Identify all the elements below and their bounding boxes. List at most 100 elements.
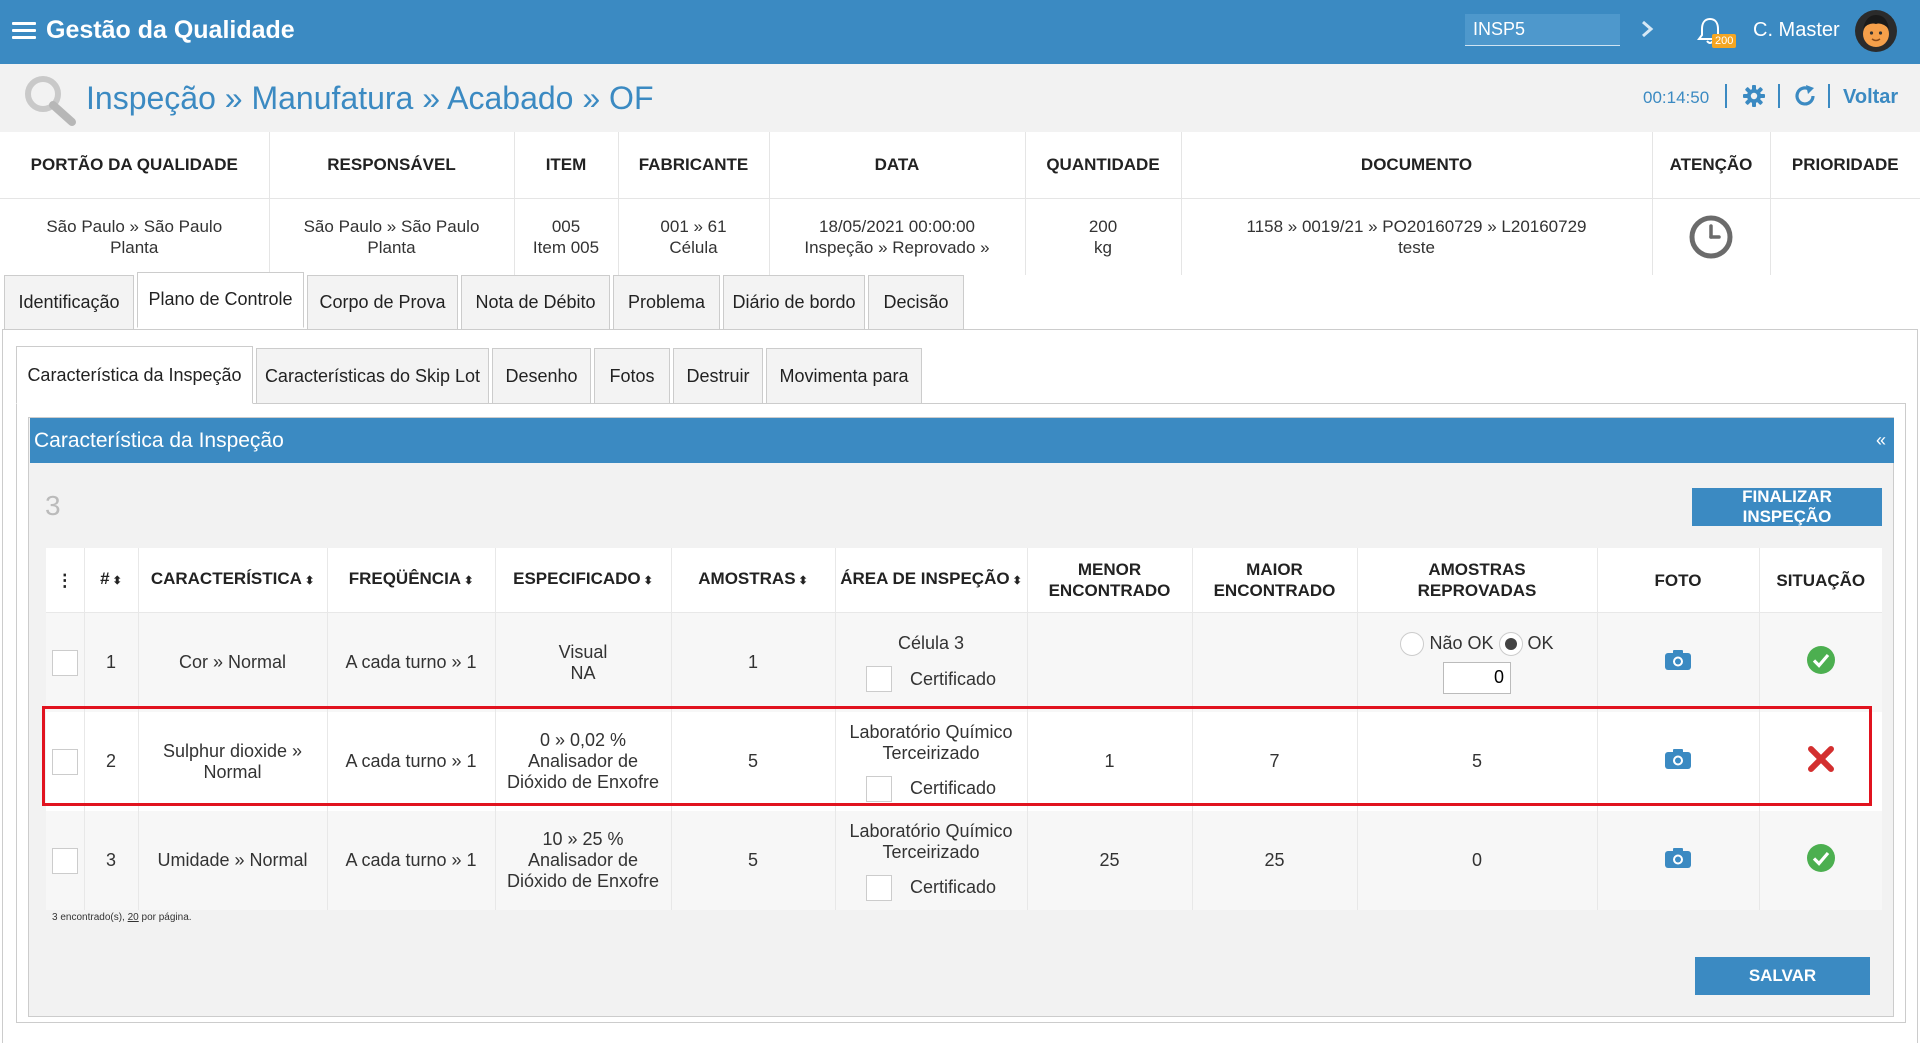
header-maior: MAIOR ENCONTRADO (1192, 548, 1358, 613)
certificado-label: Certificado (909, 668, 997, 689)
header-especificado[interactable]: ESPECIFICADO ⬍ (495, 548, 672, 613)
col-prioridade: PRIORIDADE (1770, 132, 1920, 199)
table-header-row: ⋮ # ⬍ CARACTERÍSTICA ⬍ FREQÜÊNCIA ⬍ ESPECIF… (46, 548, 1882, 613)
fabricante-value: 001 » 61 Célula (618, 198, 770, 275)
row-especificado: 10 » 25 % Analisador de Dióxido de Enxofre (495, 811, 672, 910)
area-line: Terceirizado (882, 841, 980, 862)
tab-identificacao[interactable]: Identificação (4, 275, 134, 330)
tab-desenho[interactable]: Desenho (492, 348, 591, 404)
gear-icon[interactable] (1742, 84, 1766, 108)
row-reprovadas: 0 (1357, 811, 1598, 910)
header-menor-l2: ENCONTRADO (1048, 581, 1171, 600)
ok-radio[interactable] (1498, 631, 1523, 656)
sort-icon: ⬍ (798, 575, 808, 587)
row-checkbox[interactable] (51, 748, 78, 775)
certificado-label: Certificado (909, 877, 997, 897)
header-area[interactable]: ÁREA DE INSPEÇÃO ⬍ (835, 548, 1028, 613)
divider (1725, 84, 1727, 108)
certificado-checkbox[interactable] (865, 775, 892, 802)
chevron-right-icon[interactable] (1636, 14, 1658, 44)
row-caracteristica: Sulphur dioxide » Normal (138, 712, 328, 811)
tab-nota-de-debito[interactable]: Nota de Débito (461, 275, 610, 330)
tab-destruir[interactable]: Destruir (673, 348, 763, 404)
refresh-icon[interactable] (1793, 84, 1817, 108)
portao-line2: Planta (110, 238, 159, 257)
header-caracteristica-label: CARACTERÍSTICA (150, 569, 302, 588)
fabricante-line1: 001 » 61 (660, 217, 727, 236)
table-row: 1 Cor » Normal A cada turno » 1 Visual NA… (46, 612, 1882, 712)
col-responsavel: RESPONSÁVEL (269, 132, 515, 199)
ok-label: OK (1527, 632, 1554, 653)
tab-caracteristicas-skip-lot[interactable]: Características do Skip Lot (256, 348, 489, 404)
quantidade-line2: kg (1094, 238, 1112, 257)
reprovadas-input[interactable] (1443, 661, 1511, 694)
tab-corpo-de-prova[interactable]: Corpo de Prova (307, 275, 458, 330)
row-select (46, 811, 85, 910)
row-situacao (1759, 712, 1882, 811)
row-reprovadas: 5 (1357, 712, 1598, 811)
header-menor-l1: MENOR (1077, 560, 1142, 579)
tab-plano-de-controle[interactable]: Plano de Controle (137, 272, 304, 328)
row-menor: 1 (1027, 712, 1193, 811)
row-foto (1597, 811, 1760, 910)
tab-problema[interactable]: Problema (613, 275, 720, 330)
header-num[interactable]: # ⬍ (84, 548, 139, 613)
header-foto: FOTO (1597, 548, 1760, 613)
avatar[interactable] (1854, 9, 1898, 53)
per-page-link[interactable]: 20 (128, 912, 139, 923)
tab-movimenta-para[interactable]: Movimenta para (766, 348, 922, 404)
area-line: Laboratório Químico (849, 820, 1013, 841)
row-checkbox[interactable] (51, 847, 78, 874)
area-name: Célula 3 (897, 633, 965, 653)
hamburger-menu-icon[interactable] (12, 22, 36, 40)
header-amostras-label: AMOSTRAS (698, 569, 796, 588)
camera-icon[interactable] (1664, 649, 1692, 671)
header-amostras[interactable]: AMOSTRAS ⬍ (671, 548, 836, 613)
table-row: 3 Umidade » Normal A cada turno » 1 10 »… (46, 811, 1882, 910)
quantidade-line1: 200 (1088, 217, 1118, 236)
header-reprovadas-l2: REPROVADAS (1417, 581, 1537, 600)
divider (1828, 84, 1830, 108)
col-atencao: ATENÇÃO (1652, 132, 1771, 199)
row-caracteristica: Umidade » Normal (138, 811, 328, 910)
back-link[interactable]: Voltar (1843, 86, 1898, 109)
row-area: Célula 3 Certificado (835, 612, 1028, 712)
col-documento: DOCUMENTO (1181, 132, 1653, 199)
save-button[interactable]: SALVAR (1695, 957, 1870, 995)
header-menor: MENOR ENCONTRADO (1027, 548, 1193, 613)
inspection-search-input[interactable] (1465, 14, 1620, 46)
row-especificado: Visual NA (495, 612, 672, 712)
row-caracteristica: Cor » Normal (138, 612, 328, 712)
divider (1778, 84, 1780, 108)
especificado-line: 10 » 25 % (542, 829, 624, 849)
tab-decisao[interactable]: Decisão (868, 275, 964, 330)
tab-fotos[interactable]: Fotos (594, 348, 670, 404)
header-caracteristica[interactable]: CARACTERÍSTICA ⬍ (138, 548, 328, 613)
ok-radio-group: Não OK OK (1359, 631, 1596, 656)
nao-ok-radio[interactable] (1400, 631, 1425, 656)
row-amostras: 1 (671, 612, 836, 712)
header-frequencia[interactable]: FREQÜÊNCIA ⬍ (327, 548, 496, 613)
certificado-checkbox[interactable] (865, 666, 892, 692)
row-checkbox[interactable] (51, 649, 78, 676)
tab-caracteristica-da-inspecao[interactable]: Característica da Inspeção (16, 346, 253, 404)
column-menu-icon[interactable]: ⋮ (46, 548, 85, 613)
collapse-icon[interactable]: « (1876, 430, 1886, 451)
area-line: Laboratório Químico (849, 721, 1013, 742)
data-line1: 18/05/2021 00:00:00 (819, 217, 975, 236)
nao-ok-label: Não OK (1429, 632, 1494, 653)
certificado-group: Certificado (837, 874, 1026, 901)
documento-line2: teste (1398, 238, 1435, 257)
row-area: Laboratório Químico Terceirizado Certific… (835, 811, 1028, 910)
certificado-checkbox[interactable] (865, 874, 892, 901)
camera-icon[interactable] (1664, 847, 1692, 869)
certificado-group: Certificado (837, 666, 1026, 692)
prioridade-value (1770, 199, 1920, 276)
tab-diario-de-bordo[interactable]: Diário de bordo (723, 275, 865, 330)
documento-value: 1158 » 0019/21 » PO20160729 » L20160729 t… (1181, 198, 1653, 275)
finalize-inspection-button[interactable]: FINALIZAR INSPEÇÃO (1692, 487, 1882, 526)
user-name[interactable]: C. Master (1753, 19, 1840, 42)
info-value-row: São Paulo » São Paulo Planta São Paulo » … (0, 198, 1920, 276)
camera-icon[interactable] (1664, 748, 1692, 770)
header-situacao: SITUAÇÃO (1759, 548, 1882, 613)
